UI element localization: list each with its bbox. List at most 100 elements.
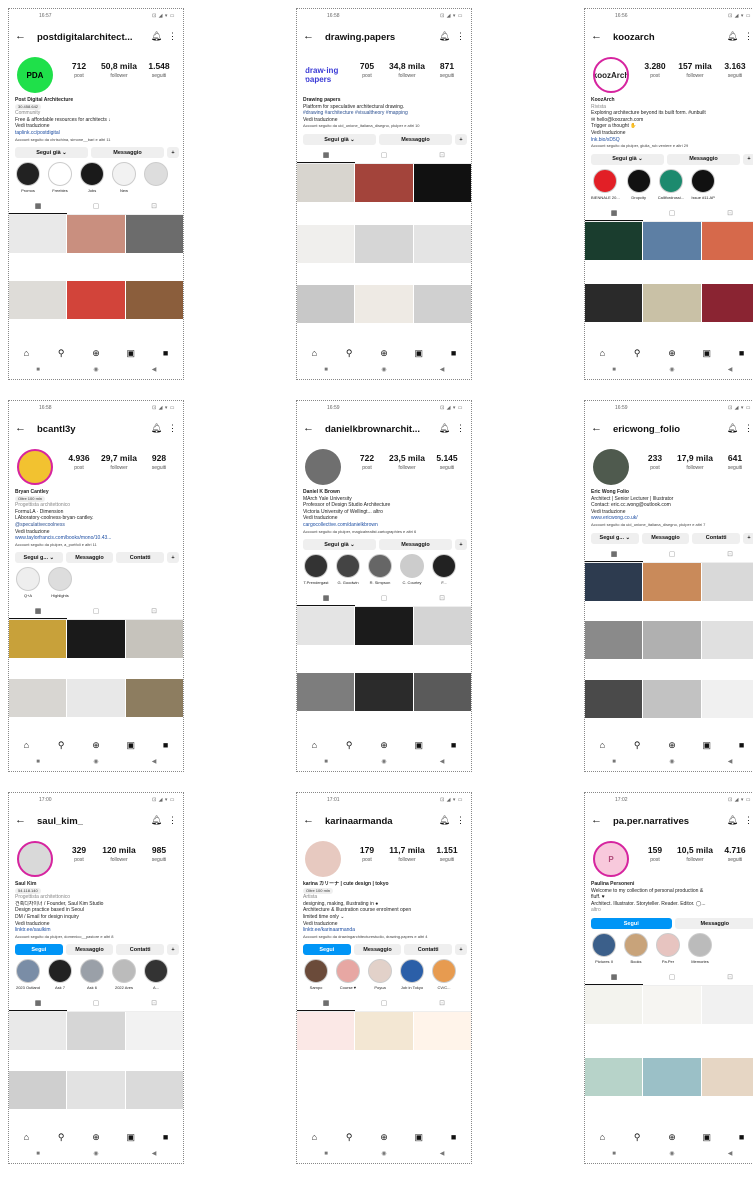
highlight-item[interactable]: Jobs [79,162,105,198]
system-back-icon[interactable]: ◀ [125,1147,183,1161]
avatar[interactable]: koozArch [593,57,629,93]
highlight-item[interactable]: Ask 7 [47,959,73,995]
create-post-icon[interactable]: ⊕ [79,737,114,753]
profile-action-button[interactable]: Segui [15,944,63,956]
post-thumbnail[interactable] [297,164,355,202]
post-thumbnail[interactable] [585,679,643,718]
tab-tagged[interactable]: ⊡ [701,207,753,221]
system-back-icon[interactable]: ◀ [125,755,183,769]
bio-line[interactable]: www.ericwong.co.uk/ [591,515,753,522]
highlight-item[interactable]: G. Goodwin [335,554,361,590]
post-thumbnail[interactable] [9,1012,67,1051]
post-thumbnail[interactable] [413,164,471,202]
recents-icon[interactable]: ■ [9,755,67,769]
profile-action-button[interactable]: Messaggio [65,944,114,956]
follower-count[interactable]: 23,5 mila follower [387,453,427,477]
post-thumbnail[interactable] [643,621,701,660]
recents-icon[interactable]: ■ [9,363,67,377]
tab-tagged[interactable]: ⊡ [413,149,471,163]
profile-action-button[interactable]: Segui già ⌄ [303,539,376,551]
more-options-icon[interactable]: ⋮ [456,815,465,825]
avatar[interactable]: P [593,841,629,877]
post-thumbnail[interactable] [701,1058,753,1096]
tab-grid[interactable]: ▦ [585,971,643,985]
follower-count[interactable]: 10,5 mila follower [675,845,715,869]
recents-icon[interactable]: ■ [9,1147,67,1161]
post-thumbnail[interactable] [67,1012,125,1051]
post-count[interactable]: 159 post [635,845,675,869]
back-arrow-icon[interactable]: ← [15,30,26,42]
recents-icon[interactable]: ■ [585,755,643,769]
post-thumbnail[interactable] [413,1012,471,1051]
tab-tagged[interactable]: ⊡ [413,592,471,606]
tab-tagged[interactable]: ⊡ [701,548,753,562]
follower-count[interactable]: 29,7 mila follower [99,453,139,477]
highlight-item[interactable]: 2022 Ares [111,959,137,995]
post-thumbnail[interactable] [701,221,753,260]
tab-reels[interactable]: ▢ [643,971,701,985]
more-options-icon[interactable]: ⋮ [168,815,177,825]
bell-icon[interactable]: 🔔︎ [727,423,738,433]
post-thumbnail[interactable] [125,215,183,254]
post-thumbnail[interactable] [701,986,753,1024]
highlight-item[interactable]: Job in Tokyo [399,959,425,995]
system-back-icon[interactable]: ◀ [413,1147,471,1161]
suggest-user-button[interactable]: + [167,147,179,159]
highlight-item[interactable]: BIENNALE 20... [591,168,620,205]
recents-icon[interactable]: ■ [297,755,355,769]
post-thumbnail[interactable] [9,679,67,718]
back-arrow-icon[interactable]: ← [303,814,314,826]
tab-reels[interactable]: ▢ [355,592,413,606]
profile-action-button[interactable]: Segui g... ⌄ [15,552,63,564]
highlight-item[interactable]: Books [623,933,649,969]
post-thumbnail[interactable] [585,283,643,322]
following-count[interactable]: 1.548 seguiti [139,61,179,85]
profile-icon[interactable]: ■ [148,1129,183,1145]
home-icon[interactable]: ⌂ [9,737,44,753]
profile-action-button[interactable]: Messaggio [667,153,740,165]
avatar[interactable] [593,449,629,485]
profile-icon[interactable]: ■ [148,345,183,361]
post-count[interactable]: 722 post [347,453,387,477]
highlight-item[interactable]: Ask 6 [79,959,105,995]
tab-reels[interactable]: ▢ [67,997,125,1011]
home-icon[interactable]: ⌂ [585,1129,620,1145]
back-arrow-icon[interactable]: ← [15,422,26,434]
highlight-item[interactable] [143,162,169,198]
create-post-icon[interactable]: ⊕ [367,737,402,753]
back-arrow-icon[interactable]: ← [15,814,26,826]
post-thumbnail[interactable] [585,986,643,1024]
profile-action-button[interactable]: Messaggio [91,147,164,159]
profile-action-button[interactable]: Segui già ⌄ [15,147,88,159]
highlight-item[interactable]: T.Prendergast [303,554,329,590]
bio-line[interactable]: lnk.bio/xD5Q [591,137,753,144]
system-back-icon[interactable]: ◀ [701,755,753,769]
tab-grid[interactable]: ▦ [9,997,67,1012]
follower-count[interactable]: 17,9 mila follower [675,453,715,477]
highlight-item[interactable]: Sampo [303,959,329,995]
tab-grid[interactable]: ▦ [9,200,67,215]
suggest-user-button[interactable]: + [743,153,753,165]
reels-icon[interactable]: ▣ [401,737,436,753]
search-icon[interactable]: ⚲ [44,1129,79,1145]
bio-line[interactable]: www.taylorfrancis.com/books/mono/10.43..… [15,535,179,542]
post-thumbnail[interactable] [355,672,413,711]
reels-icon[interactable]: ▣ [113,1129,148,1145]
system-back-icon[interactable]: ◀ [701,363,753,377]
post-thumbnail[interactable] [125,679,183,718]
bell-icon[interactable]: 🔔︎ [439,31,450,41]
home-button-icon[interactable]: ◉ [355,755,413,769]
avatar[interactable]: draw·ing papers [305,57,341,93]
home-button-icon[interactable]: ◉ [67,1147,125,1161]
post-thumbnail[interactable] [125,280,183,319]
post-thumbnail[interactable] [355,164,413,202]
reels-icon[interactable]: ▣ [113,737,148,753]
post-thumbnail[interactable] [67,679,125,718]
profile-action-button[interactable]: Contatti [116,944,165,956]
tab-reels[interactable]: ▢ [355,997,413,1011]
highlight-item[interactable]: 2023 Outland [15,959,41,995]
more-options-icon[interactable]: ⋮ [456,423,465,433]
bio-line[interactable]: taplink.cc/postdigital [15,130,179,137]
create-post-icon[interactable]: ⊕ [655,1129,690,1145]
search-icon[interactable]: ⚲ [44,737,79,753]
